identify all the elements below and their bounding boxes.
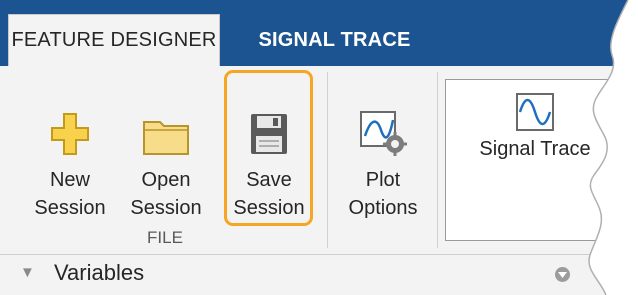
signal-trace-label: Signal Trace xyxy=(479,138,591,160)
plot-options-label-line2: Options xyxy=(348,197,418,219)
tab-bar: FEATURE DESIGNER SIGNAL TRACE xyxy=(0,0,638,66)
file-group-label: FILE xyxy=(147,228,183,247)
save-session-label-line2: Session xyxy=(233,197,305,219)
tab-signal-trace[interactable]: SIGNAL TRACE xyxy=(232,14,437,66)
open-session-label-line2: Session xyxy=(130,197,202,219)
floppy-disk-icon xyxy=(251,114,287,154)
signal-trace-icon xyxy=(516,93,554,131)
group-divider xyxy=(327,72,328,248)
gallery-item-signal-trace[interactable]: Signal Trace xyxy=(465,92,605,161)
group-divider-2 xyxy=(437,72,438,248)
variables-label: Variables xyxy=(54,260,145,285)
plot-options-label-line1: Plot xyxy=(365,169,401,191)
open-session-button[interactable]: Open Session xyxy=(124,78,208,238)
save-session-button[interactable]: Save Session xyxy=(227,78,311,238)
tab-feature-designer[interactable]: FEATURE DESIGNER xyxy=(8,14,220,66)
save-session-label-line1: Save xyxy=(246,169,292,191)
collapse-arrow-icon[interactable]: ▼ xyxy=(20,264,35,281)
app-gallery: Signal Trace xyxy=(445,79,638,241)
variables-panel-header[interactable]: ▼ Variables xyxy=(0,255,638,295)
panel-menu-icon[interactable] xyxy=(555,267,570,282)
open-session-label-line1: Open xyxy=(141,169,191,191)
plot-options-button[interactable]: Plot Options xyxy=(340,78,426,238)
folder-icon xyxy=(143,121,189,155)
plot-gear-icon xyxy=(360,111,407,156)
new-session-label-line2: Session xyxy=(34,197,106,219)
plus-icon xyxy=(51,113,89,155)
new-session-label-line1: New xyxy=(49,169,90,191)
new-session-button[interactable]: New Session xyxy=(34,78,106,238)
